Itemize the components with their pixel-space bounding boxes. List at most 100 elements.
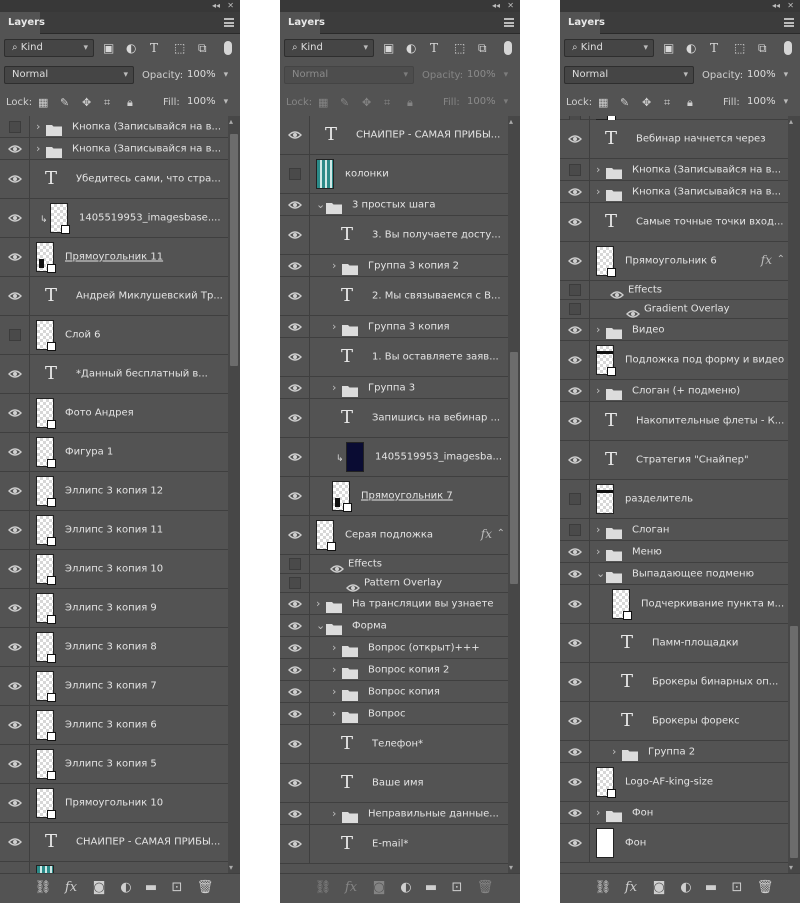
layer-row[interactable]: Эллипс 3 копия 11	[0, 511, 228, 550]
layer-row[interactable]: Фон	[560, 824, 788, 863]
lock-artboard-icon[interactable]: ⌗	[384, 94, 390, 111]
link-layers-icon[interactable]: ⛓	[314, 880, 332, 896]
chevron-right-icon[interactable]: ›	[36, 142, 40, 156]
layer-group-row[interactable]: › Вопрос (открыт)+++	[280, 637, 508, 659]
visibility-toggle[interactable]	[0, 667, 30, 705]
link-layers-icon[interactable]: ⛓	[594, 880, 612, 896]
layer-row[interactable]: T Накопительные флеты - К...	[560, 402, 788, 441]
layer-group-row[interactable]: › Вопрос	[280, 703, 508, 725]
visibility-toggle[interactable]	[560, 159, 590, 180]
opacity-field[interactable]: 100% ▾	[747, 66, 788, 84]
visibility-toggle[interactable]	[280, 615, 310, 636]
layer-row[interactable]: колонки	[280, 155, 508, 194]
layers-scrollbar[interactable]: ▴ ▾	[788, 116, 800, 873]
visibility-toggle[interactable]	[0, 862, 30, 873]
layer-group-row[interactable]: › Видео	[560, 319, 788, 341]
panel-menu-icon[interactable]	[224, 18, 234, 27]
layer-row[interactable]: T Самые точные точки вход...	[560, 203, 788, 242]
visibility-toggle[interactable]	[280, 703, 310, 724]
visibility-toggle[interactable]	[0, 394, 30, 432]
visibility-toggle[interactable]	[280, 803, 310, 824]
shape-filter-icon[interactable]: ⬚	[454, 40, 465, 56]
lock-move-icon[interactable]: ✥	[642, 94, 651, 111]
chevron-right-icon[interactable]: ›	[596, 806, 600, 820]
visibility-toggle[interactable]	[280, 477, 310, 515]
add-mask-icon[interactable]: ◙	[370, 880, 388, 896]
layer-row[interactable]: Фигура 1	[0, 433, 228, 472]
lock-brush-icon[interactable]: ✎	[620, 94, 629, 111]
chevron-right-icon[interactable]: ›	[612, 745, 616, 759]
visibility-toggle[interactable]	[0, 784, 30, 822]
visibility-toggle[interactable]	[0, 823, 30, 861]
layer-row[interactable]: Подчеркивание пункта м...	[560, 585, 788, 624]
fx-icon[interactable]: fx	[622, 880, 640, 896]
chevron-down-icon[interactable]: ⌄	[596, 567, 605, 581]
visibility-toggle[interactable]	[560, 441, 590, 479]
visibility-toggle[interactable]	[560, 802, 590, 823]
adjustment-filter-icon[interactable]: ◐	[686, 40, 696, 56]
scrollbar-thumb[interactable]	[510, 352, 518, 584]
visibility-toggle[interactable]	[280, 277, 310, 315]
adjustment-filter-icon[interactable]: ◐	[406, 40, 416, 56]
layer-row[interactable]: Прямоугольник 11	[0, 238, 228, 277]
scroll-up-icon[interactable]: ▴	[509, 117, 513, 126]
new-layer-icon[interactable]: ⊡	[728, 880, 746, 896]
chevron-down-icon[interactable]: ⌄	[316, 198, 325, 212]
layer-row[interactable]: Фото Андрея	[0, 394, 228, 433]
visibility-toggle[interactable]	[0, 316, 30, 354]
layer-group-row[interactable]: › Слоган (+ подменю)	[560, 380, 788, 402]
layer-group-row[interactable]: › На трансляции вы узнаете	[280, 593, 508, 615]
layer-row[interactable]: T СНАЙПЕР - САМАЯ ПРИБЫ...	[280, 116, 508, 155]
layer-row[interactable]: T 1. Вы оставляете заяв...	[280, 338, 508, 377]
layer-group-row[interactable]: › Кнопка (Записывайся на в...	[560, 181, 788, 203]
trash-icon[interactable]: 🗑︎	[476, 880, 494, 896]
chevron-right-icon[interactable]: ›	[332, 381, 336, 395]
fx-icon[interactable]: fx	[62, 880, 80, 896]
layer-group-row[interactable]: › Кнопка (Записывайся на в...	[560, 159, 788, 181]
chevron-right-icon[interactable]: ›	[316, 597, 320, 611]
new-layer-icon[interactable]: ⊡	[168, 880, 186, 896]
close-icon[interactable]: ✕	[227, 1, 234, 11]
type-filter-icon[interactable]: T	[430, 40, 438, 56]
visibility-toggle[interactable]	[560, 281, 590, 299]
layer-group-row[interactable]: › Группа 2	[560, 741, 788, 763]
filter-toggle[interactable]	[784, 41, 792, 55]
chevron-right-icon[interactable]: ›	[332, 663, 336, 677]
visibility-toggle[interactable]	[0, 745, 30, 783]
layer-row[interactable]: Эллипс 3 копия 6	[0, 706, 228, 745]
scroll-down-icon[interactable]: ▾	[509, 863, 513, 872]
trash-icon[interactable]: 🗑︎	[756, 880, 774, 896]
visibility-toggle[interactable]	[560, 402, 590, 440]
visibility-toggle[interactable]	[0, 511, 30, 549]
visibility-toggle[interactable]	[560, 120, 590, 158]
layer-row[interactable]: Эллипс 3 копия 8	[0, 628, 228, 667]
layer-group-row[interactable]: › Кнопка (Записывайся на в...	[0, 116, 228, 138]
visibility-toggle[interactable]	[280, 155, 310, 193]
lock-move-icon[interactable]: ✥	[362, 94, 371, 111]
lock-artboard-icon[interactable]: ⌗	[664, 94, 670, 111]
opacity-field[interactable]: 100% ▾	[187, 66, 228, 84]
layer-row[interactable]: Эллипс 3 копия 7	[0, 667, 228, 706]
visibility-toggle[interactable]	[280, 438, 310, 476]
visibility-toggle[interactable]	[280, 377, 310, 398]
lock-brush-icon[interactable]: ✎	[60, 94, 69, 111]
layer-row[interactable]: Прямоугольник 10	[0, 784, 228, 823]
blend-mode-select[interactable]: Normal ▾	[284, 66, 414, 84]
visibility-toggle[interactable]	[280, 516, 310, 554]
layer-group-row[interactable]: › Группа 3	[280, 377, 508, 399]
layer-group-row[interactable]: ⌄ Выпадающее подменю	[560, 563, 788, 585]
chevron-right-icon[interactable]: ›	[332, 259, 336, 273]
visibility-toggle[interactable]	[560, 824, 590, 862]
layer-row[interactable]: разделитель	[560, 480, 788, 519]
shape-filter-icon[interactable]: ⬚	[174, 40, 185, 56]
lock-transparency-icon[interactable]: ▦	[318, 94, 328, 111]
visibility-toggle[interactable]	[280, 338, 310, 376]
filter-kind-select[interactable]: ⌕ Kind ▾	[4, 39, 94, 57]
visibility-toggle[interactable]	[560, 319, 590, 340]
effect-row[interactable]: Pattern Overlay	[280, 574, 508, 593]
layer-row[interactable]: Подложка под форму и видео	[560, 341, 788, 380]
filter-kind-select[interactable]: ⌕ Kind ▾	[564, 39, 654, 57]
trash-icon[interactable]: 🗑︎	[196, 880, 214, 896]
scroll-down-icon[interactable]: ▾	[789, 863, 793, 872]
chevron-right-icon[interactable]: ›	[332, 685, 336, 699]
